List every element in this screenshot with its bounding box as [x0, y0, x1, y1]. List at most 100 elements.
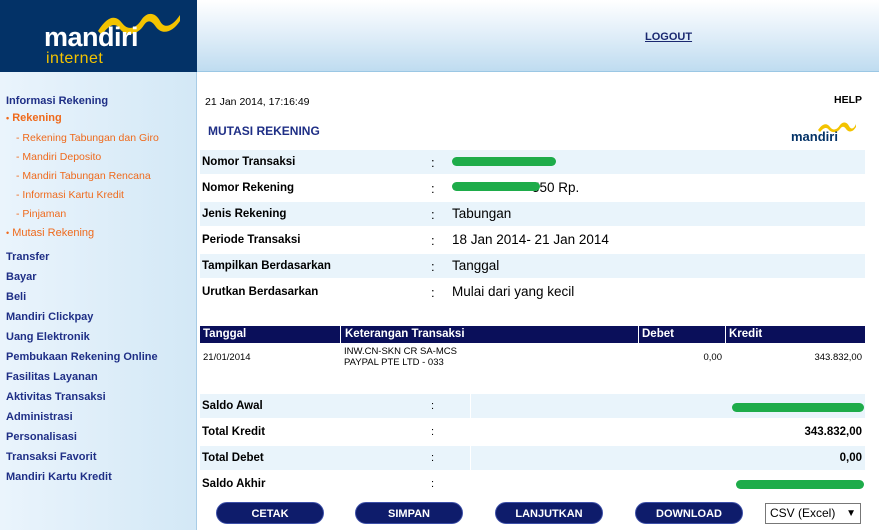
column-divider — [340, 326, 341, 343]
sidebar-item-label: Informasi Kartu Kredit — [22, 189, 124, 201]
column-header-debet: Debet — [642, 328, 674, 340]
header-bar: LOGOUT — [197, 0, 879, 72]
logo-mandiri-text: mandiri — [44, 22, 139, 52]
sidebar-item-informasi-rekening[interactable]: Informasi Rekening — [6, 95, 108, 107]
summary-row-saldo-awal: Saldo Awal : — [200, 394, 865, 418]
sidebar-item-clickpay[interactable]: Mandiri Clickpay — [6, 311, 93, 323]
summary-value: 0,00 — [839, 452, 862, 464]
sidebar-item-mutasi-rekening[interactable]: • Mutasi Rekening — [6, 227, 94, 239]
summary-row-total-kredit: Total Kredit : 343.832,00 — [200, 420, 865, 444]
redaction-mark — [736, 480, 864, 489]
sidebar-subitem-tabungan-giro[interactable]: - Rekening Tabungan dan Giro — [16, 132, 159, 144]
cell-kredit: 343.832,00 — [814, 352, 862, 363]
download-button[interactable]: DOWNLOAD — [635, 502, 743, 524]
sidebar-item-fasilitas-layanan[interactable]: Fasilitas Layanan — [6, 371, 98, 383]
column-divider — [470, 394, 471, 418]
sidebar-item-personalisasi[interactable]: Personalisasi — [6, 431, 77, 443]
info-colon: : — [431, 259, 435, 274]
info-row-urutkan: Urutkan Berdasarkan : Mulai dari yang ke… — [200, 280, 865, 304]
sidebar-subitem-deposito[interactable]: - Mandiri Deposito — [16, 151, 101, 163]
column-divider — [470, 446, 471, 470]
cell-keterangan-line1: INW.CN-SKN CR SA-MCS — [344, 346, 457, 357]
main-content: 21 Jan 2014, 17:16:49 HELP MUTASI REKENI… — [197, 73, 879, 530]
timestamp: 21 Jan 2014, 17:16:49 — [205, 96, 310, 108]
redaction-mark — [732, 403, 864, 412]
info-label: Tampilkan Berdasarkan — [202, 260, 331, 272]
sidebar-item-pembukaan-rekening[interactable]: Pembukaan Rekening Online — [6, 351, 158, 363]
sidebar-item-label: Rekening Tabungan dan Giro — [22, 132, 159, 144]
sidebar-item-aktivitas-transaksi[interactable]: Aktivitas Transaksi — [6, 391, 106, 403]
sidebar-subitem-pinjaman[interactable]: - Pinjaman — [16, 208, 66, 220]
redaction-mark — [452, 157, 556, 166]
mandiri-logo: mandiri internet — [0, 0, 197, 72]
column-header-keterangan: Keterangan Transaksi — [345, 328, 465, 340]
info-row-jenis-rekening: Jenis Rekening : Tabungan — [200, 202, 865, 226]
summary-value: 343.832,00 — [804, 426, 862, 438]
summary-colon: : — [431, 478, 435, 490]
format-select-value: CSV (Excel) — [770, 506, 836, 520]
sidebar-item-beli[interactable]: Beli — [6, 291, 26, 303]
summary-colon: : — [431, 426, 435, 438]
info-colon: : — [431, 155, 435, 170]
info-label: Nomor Transaksi — [202, 156, 296, 168]
summary-colon: : — [431, 400, 435, 412]
info-colon: : — [431, 285, 435, 300]
logo-internet-text: internet — [46, 50, 104, 67]
info-label: Nomor Rekening — [202, 182, 295, 194]
sidebar-item-transfer[interactable]: Transfer — [6, 251, 49, 263]
logout-link[interactable]: LOGOUT — [645, 31, 692, 43]
info-row-periode-transaksi: Periode Transaksi : 18 Jan 2014- 21 Jan … — [200, 228, 865, 252]
sidebar-item-administrasi[interactable]: Administrasi — [6, 411, 73, 423]
sidebar-item-uang-elektronik[interactable]: Uang Elektronik — [6, 331, 90, 343]
lanjutkan-button[interactable]: LANJUTKAN — [495, 502, 603, 524]
sidebar-item-transaksi-favorit[interactable]: Transaksi Favorit — [6, 451, 97, 463]
simpan-button[interactable]: SIMPAN — [355, 502, 463, 524]
info-label: Periode Transaksi — [202, 234, 301, 246]
column-divider — [638, 326, 639, 343]
transaction-table: Tanggal Keterangan Transaksi Debet Kredi… — [200, 326, 865, 373]
info-row-tampilkan: Tampilkan Berdasarkan : Tanggal — [200, 254, 865, 278]
summary-label: Saldo Awal — [202, 400, 263, 412]
info-label: Jenis Rekening — [202, 208, 287, 220]
cetak-button[interactable]: CETAK — [216, 502, 324, 524]
summary-label: Total Kredit — [202, 426, 266, 438]
info-colon: : — [431, 181, 435, 196]
summary-colon: : — [431, 452, 435, 464]
sidebar-item-rekening[interactable]: • Rekening — [6, 112, 62, 124]
mandiri-small-logo: mandiri — [789, 120, 861, 144]
info-value: Tanggal — [452, 258, 500, 273]
info-row-nomor-transaksi: Nomor Transaksi : — [200, 150, 865, 174]
format-select[interactable]: CSV (Excel) ▼ — [765, 503, 861, 524]
redaction-mark — [452, 182, 540, 191]
page-title: MUTASI REKENING — [208, 124, 320, 138]
sidebar-subitem-tabungan-rencana[interactable]: - Mandiri Tabungan Rencana — [16, 170, 151, 182]
sidebar-item-label: Pinjaman — [22, 208, 67, 220]
cell-tanggal: 21/01/2014 — [203, 352, 251, 363]
info-colon: : — [431, 207, 435, 222]
sidebar-item-label: Mandiri Deposito — [22, 151, 102, 163]
help-link[interactable]: HELP — [834, 94, 862, 106]
column-header-tanggal: Tanggal — [203, 328, 247, 340]
bullet-icon: • — [6, 113, 10, 123]
dropdown-arrow-icon: ▼ — [846, 508, 856, 519]
info-label: Urutkan Berdasarkan — [202, 286, 319, 298]
table-row: 21/01/2014 INW.CN-SKN CR SA-MCS PAYPAL P… — [200, 343, 865, 373]
sidebar-item-bayar[interactable]: Bayar — [6, 271, 37, 283]
summary-label: Total Debet — [202, 452, 264, 464]
mini-logo-text: mandiri — [791, 129, 838, 144]
table-header: Tanggal Keterangan Transaksi Debet Kredi… — [200, 326, 865, 343]
summary-row-saldo-akhir: Saldo Akhir : — [200, 472, 865, 496]
sidebar-item-label: Rekening — [12, 112, 62, 124]
sidebar-item-kartu-kredit[interactable]: Mandiri Kartu Kredit — [6, 471, 112, 483]
summary-row-total-debet: Total Debet : 0,00 — [200, 446, 865, 470]
info-row-nomor-rekening: Nomor Rekening : 550 Rp. — [200, 176, 865, 200]
info-value: Mulai dari yang kecil — [452, 284, 575, 299]
cell-debet: 0,00 — [703, 352, 723, 363]
column-divider — [725, 326, 726, 343]
info-value: Tabungan — [452, 206, 512, 221]
sidebar-subitem-kartu-kredit[interactable]: - Informasi Kartu Kredit — [16, 189, 124, 201]
summary-label: Saldo Akhir — [202, 478, 266, 490]
cell-keterangan-line2: PAYPAL PTE LTD - 033 — [344, 357, 444, 368]
sidebar: Informasi Rekening • Rekening - Rekening… — [0, 72, 197, 530]
sidebar-item-label: Mutasi Rekening — [12, 227, 95, 239]
